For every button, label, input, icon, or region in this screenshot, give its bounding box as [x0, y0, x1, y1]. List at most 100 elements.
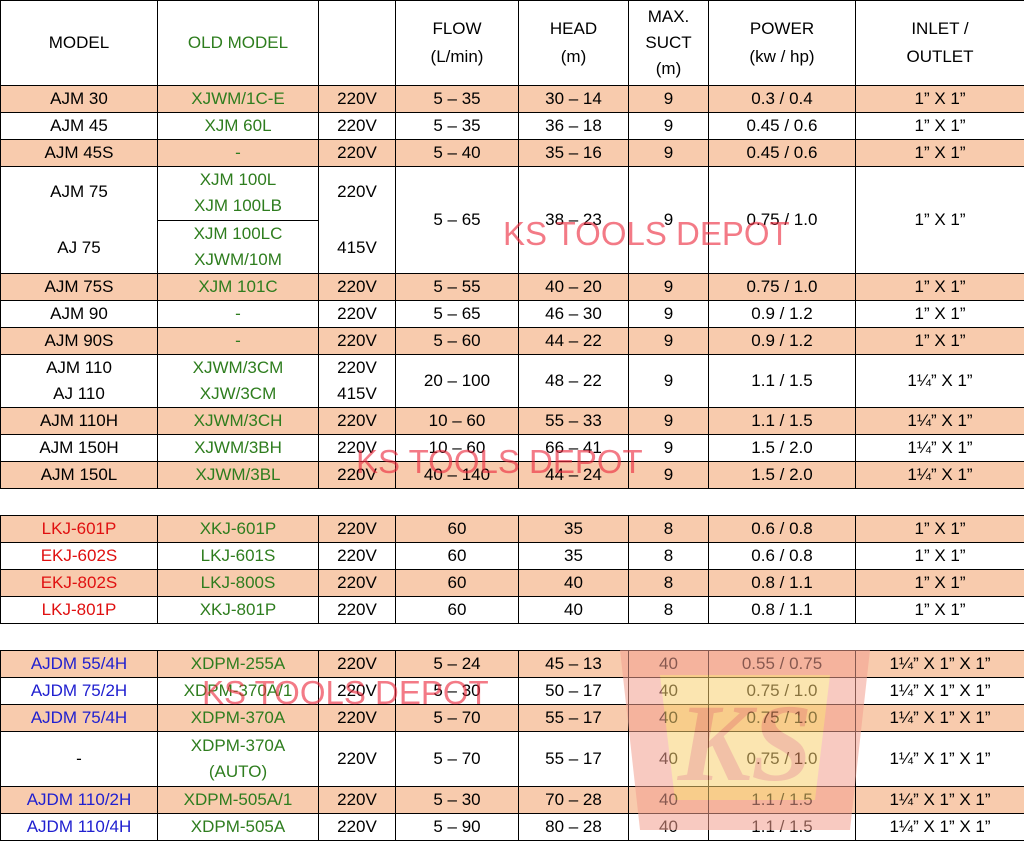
voltage-cell: 220V — [318, 515, 396, 543]
section-spacer — [0, 623, 1024, 651]
table-row: LKJ-601P XKJ-601P 220V 60 35 8 0.6 / 0.8… — [0, 515, 1024, 543]
head-cell: 45 – 13 — [518, 650, 629, 678]
flow-cell: 5 – 35 — [395, 85, 519, 113]
inlet-cell: 1¼” X 1” X 1” — [855, 731, 1024, 787]
suct-cell: 40 — [628, 677, 709, 705]
head-cell: 40 — [518, 596, 629, 624]
inlet-cell: 1” X 1” — [855, 300, 1024, 328]
old-model-cell: XDPM-370A (AUTO) — [157, 731, 319, 787]
suct-cell: 9 — [628, 354, 709, 408]
head-cell: 55 – 17 — [518, 731, 629, 787]
model-cell: AJM 45 — [0, 112, 158, 140]
flow-cell: 5 – 55 — [395, 273, 519, 301]
header-suct-line1: MAX. — [647, 7, 690, 26]
suct-cell: 40 — [628, 731, 709, 787]
old-model-cell: XJWM/3BL — [157, 461, 319, 489]
voltage-cell: 220V — [318, 300, 396, 328]
power-cell: 0.45 / 0.6 — [708, 139, 856, 167]
table-row: AJM 90 - 220V 5 – 65 46 – 30 9 0.9 / 1.2… — [0, 300, 1024, 328]
voltage-cell: 220V — [318, 327, 396, 355]
model-cell: AJDM 75/2H — [0, 677, 158, 705]
flow-cell: 5 – 60 — [395, 327, 519, 355]
head-cell: 40 – 20 — [518, 273, 629, 301]
old-model-cell: - — [157, 139, 319, 167]
table-row: AJM 75 AJ 75 XJM 100L XJM 100LB 220V 415V 5… — [0, 166, 1024, 274]
table-row: EKJ-602S LKJ-601S 220V 60 35 8 0.6 / 0.8… — [0, 542, 1024, 570]
head-cell: 70 – 28 — [518, 786, 629, 814]
power-cell: 0.6 / 0.8 — [708, 515, 856, 543]
inlet-cell: 1” X 1” — [855, 542, 1024, 570]
inlet-cell: 1¼” X 1” X 1” — [855, 704, 1024, 732]
head-cell: 50 – 17 — [518, 677, 629, 705]
head-cell: 36 – 18 — [518, 112, 629, 140]
power-cell: 1.1 / 1.5 — [708, 813, 856, 841]
suct-cell: 9 — [628, 112, 709, 140]
model-cell: AJM 75 AJ 75 — [0, 166, 158, 274]
flow-cell: 10 – 60 — [395, 434, 519, 462]
flow-cell: 60 — [395, 569, 519, 597]
voltage-cell: 220V — [318, 786, 396, 814]
voltage-cell: 220V — [318, 434, 396, 462]
inlet-cell: 1” X 1” — [855, 273, 1024, 301]
table-row: AJDM 110/2H XDPM-505A/1 220V 5 – 30 70 –… — [0, 786, 1024, 814]
header-inlet-line1: INLET / — [911, 19, 969, 38]
suct-cell: 40 — [628, 786, 709, 814]
model-line1: AJM 75 — [50, 182, 108, 201]
header-old-model: OLD MODEL — [157, 0, 319, 86]
power-cell: 1.5 / 2.0 — [708, 461, 856, 489]
power-cell: 0.3 / 0.4 — [708, 85, 856, 113]
model-cell: AJDM 110/2H — [0, 786, 158, 814]
table-row: AJM 45 XJM 60L 220V 5 – 35 36 – 18 9 0.4… — [0, 112, 1024, 140]
old-model-cell: XJWM/1C-E — [157, 85, 319, 113]
flow-cell: 60 — [395, 515, 519, 543]
table-row: AJDM 55/4H XDPM-255A 220V 5 – 24 45 – 13… — [0, 650, 1024, 678]
header-flow-label: FLOW — [432, 19, 482, 38]
voltage-cell: 220V — [318, 139, 396, 167]
head-cell: 35 — [518, 515, 629, 543]
power-cell: 0.75 / 1.0 — [708, 704, 856, 732]
power-cell: 0.9 / 1.2 — [708, 327, 856, 355]
head-cell: 46 – 30 — [518, 300, 629, 328]
header-power: POWER (kw / hp) — [708, 0, 856, 86]
old-model-cell: XDPM-370A — [157, 704, 319, 732]
table-row: - XDPM-370A (AUTO) 220V 5 – 70 55 – 17 40… — [0, 731, 1024, 787]
head-cell: 40 — [518, 569, 629, 597]
model-line1: AJM 110 — [46, 358, 112, 377]
old-model-cell: - — [157, 327, 319, 355]
voltage-cell: 220V — [318, 650, 396, 678]
model-cell: EKJ-602S — [0, 542, 158, 570]
old-model-line2: XJW/3CM — [199, 384, 277, 403]
old-model-cell: LKJ-601S — [157, 542, 319, 570]
suct-cell: 9 — [628, 461, 709, 489]
voltage-cell: 220V — [318, 85, 396, 113]
model-cell: AJM 75S — [0, 273, 158, 301]
header-row: MODEL OLD MODEL FLOW (L/min) HEAD (m) MAX.… — [0, 0, 1024, 86]
voltage-cell: 220V — [318, 596, 396, 624]
header-head-unit: (m) — [560, 47, 587, 66]
voltage-line1: 220V — [337, 358, 377, 377]
model-cell: AJDM 110/4H — [0, 813, 158, 841]
pump-spec-table: MODEL OLD MODEL FLOW (L/min) HEAD (m) MAX.… — [0, 0, 1024, 841]
inlet-cell: 1” X 1” — [855, 166, 1024, 274]
suct-cell: 9 — [628, 327, 709, 355]
flow-cell: 5 – 70 — [395, 731, 519, 787]
table-row: AJM 30 XJWM/1C-E 220V 5 – 35 30 – 14 9 0… — [0, 85, 1024, 113]
header-model: MODEL — [0, 0, 158, 86]
old-model-cell: LKJ-800S — [157, 569, 319, 597]
flow-cell: 5 – 90 — [395, 813, 519, 841]
model-cell: AJM 90 — [0, 300, 158, 328]
inlet-cell: 1” X 1” — [855, 85, 1024, 113]
voltage-line2: 415V — [337, 238, 377, 257]
table-row: AJDM 75/2H XDPM-370A/1 220V 5 – 30 50 – … — [0, 677, 1024, 705]
flow-cell: 5 – 65 — [395, 166, 519, 274]
inlet-cell: 1¼” X 1” — [855, 434, 1024, 462]
inlet-cell: 1¼” X 1” — [855, 461, 1024, 489]
inlet-cell: 1¼” X 1” — [855, 407, 1024, 435]
head-cell: 44 – 22 — [518, 327, 629, 355]
model-cell: - — [0, 731, 158, 787]
old-model-cell: XDPM-505A — [157, 813, 319, 841]
flow-cell: 5 – 35 — [395, 112, 519, 140]
power-cell: 1.1 / 1.5 — [708, 354, 856, 408]
power-cell: 0.8 / 1.1 — [708, 569, 856, 597]
old-model-cell: - — [157, 300, 319, 328]
